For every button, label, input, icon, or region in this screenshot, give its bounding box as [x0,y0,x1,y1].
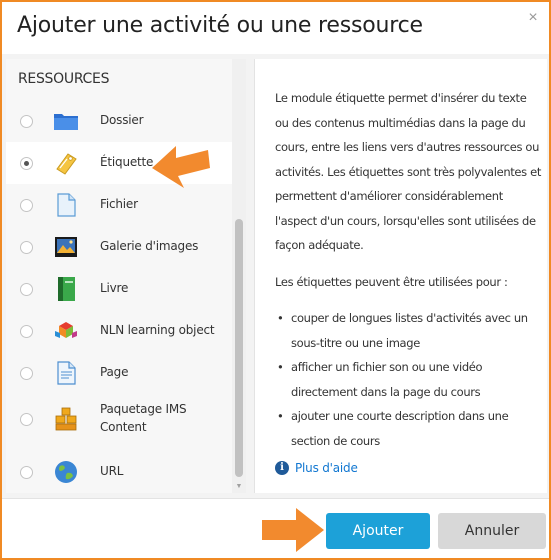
scrollbar-thumb[interactable] [235,219,243,477]
list-scrollbar[interactable]: ▼ [232,59,246,493]
usage-list-item: ajouter une courte description dans une … [275,404,543,453]
dialog-body: RESSOURCES Dossier Étiquette Fichier Gal… [2,54,549,498]
dialog-title: Ajouter une activité ou une ressource [17,13,423,38]
image-gallery-icon [55,237,77,257]
list-item-page[interactable]: Page [6,352,232,394]
item-label: Galerie d'images [100,239,199,253]
item-label: URL [100,464,124,478]
section-title: RESSOURCES [18,71,110,87]
label-tag-icon [56,153,77,175]
radio-url[interactable] [20,466,33,479]
list-item-fichier[interactable]: Fichier [6,184,232,226]
module-description-pane: Le module étiquette permet d'insérer du … [254,59,547,493]
dialog-header: Ajouter une activité ou une ressource × [2,2,549,54]
close-icon[interactable]: × [525,10,541,26]
annotation-arrow-icon [262,508,324,552]
radio-galerie[interactable] [20,241,33,254]
add-button[interactable]: Ajouter [326,513,430,549]
item-label: Paquetage IMS Content [100,402,187,434]
annotation-arrow-icon [152,146,210,188]
list-item-livre[interactable]: Livre [6,268,232,310]
radio-ims[interactable] [20,413,33,426]
list-item-dossier[interactable]: Dossier [6,100,232,142]
item-label: Livre [100,281,129,295]
usage-list-item: couper de longues listes d'activités ave… [275,306,543,355]
list-item-galerie-images[interactable]: Galerie d'images [6,226,232,268]
scroll-down-icon[interactable]: ▼ [235,483,243,491]
page-icon [57,361,76,385]
item-label: Fichier [100,197,138,211]
item-label: NLN learning object [100,323,215,337]
radio-page[interactable] [20,367,33,380]
radio-dossier[interactable] [20,115,33,128]
usage-list: couper de longues listes d'activités ave… [275,306,543,453]
description-intro-list: Les étiquettes peuvent être utilisées po… [275,274,508,289]
info-icon: i [275,461,289,475]
list-item-nln[interactable]: NLN learning object [6,310,232,352]
description-paragraph: Le module étiquette permet d'insérer du … [275,91,541,252]
book-icon [58,277,75,301]
add-activity-dialog: Ajouter une activité ou une ressource × … [0,0,551,560]
list-item-ims-content[interactable]: Paquetage IMS Content [6,394,232,444]
radio-fichier[interactable] [20,199,33,212]
module-chooser-list: RESSOURCES Dossier Étiquette Fichier Gal… [6,59,246,493]
radio-nln[interactable] [20,325,33,338]
nln-object-icon [55,322,77,338]
module-description: Le module étiquette permet d'insérer du … [275,86,543,453]
item-label: Étiquette [100,155,154,169]
folder-icon [54,114,78,130]
item-label: Dossier [100,113,144,127]
usage-list-item: afficher un fichier son ou une vidéo dir… [275,355,543,404]
more-help-link[interactable]: Plus d'aide [295,461,358,475]
list-item-url[interactable]: URL [6,451,232,493]
ims-package-icon [55,407,77,431]
url-globe-icon [55,461,77,483]
cancel-button[interactable]: Annuler [438,513,546,549]
radio-etiquette[interactable] [20,157,33,170]
item-label: Page [100,365,129,379]
radio-livre[interactable] [20,283,33,296]
file-icon [57,193,76,217]
